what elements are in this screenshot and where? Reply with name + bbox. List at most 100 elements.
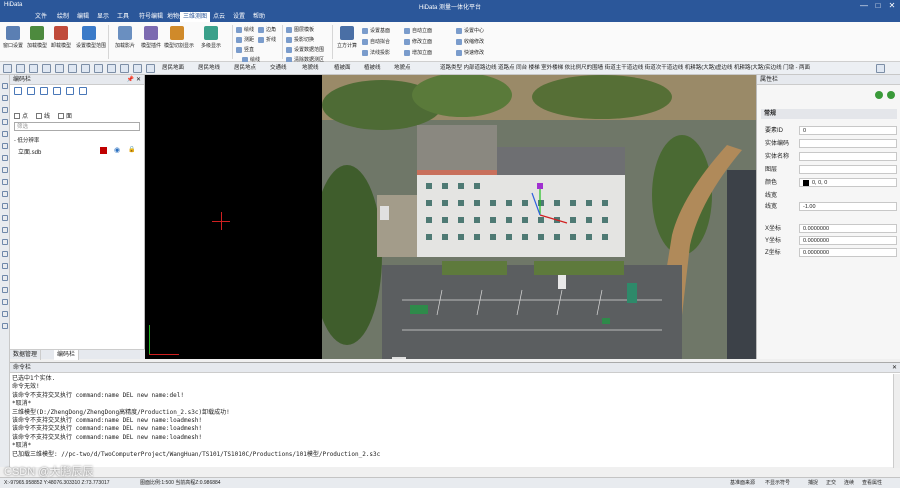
prop-value-field[interactable]: 0, 0, 0 xyxy=(799,178,897,187)
tab-code-panel[interactable]: 编码栏 xyxy=(54,350,80,360)
scale-icon[interactable] xyxy=(2,251,8,257)
model-range-button[interactable]: 设置模型范围 xyxy=(76,26,106,49)
select-icon[interactable] xyxy=(16,64,25,73)
prop-value-field[interactable]: 0.0000000 xyxy=(799,236,897,245)
window-settings-button[interactable]: 窗口设置 xyxy=(0,26,26,49)
fit-view-icon[interactable] xyxy=(2,299,8,305)
menu-item-file[interactable]: 文件 xyxy=(32,12,50,22)
layer-color-swatch[interactable] xyxy=(100,147,107,154)
rotate-icon[interactable] xyxy=(2,155,8,161)
move-icon[interactable] xyxy=(2,131,8,137)
collapse-icon[interactable] xyxy=(79,87,87,95)
filter-input[interactable]: 筛选 xyxy=(14,122,140,131)
redo-icon[interactable] xyxy=(133,64,142,73)
close-button[interactable]: ✕ xyxy=(885,0,899,11)
zoom-icon[interactable] xyxy=(42,64,51,73)
add-attribute-icon[interactable] xyxy=(875,91,883,99)
menu-item-help[interactable]: 帮助 xyxy=(250,12,268,22)
status-view-attributes[interactable]: 查看属性 xyxy=(862,478,882,488)
tool-angle[interactable]: 边角 xyxy=(258,25,276,35)
rotate-icon[interactable] xyxy=(55,64,64,73)
tool-auto-facade[interactable]: 自动立面 xyxy=(404,26,432,36)
menu-item-symbol-edit[interactable]: 符号编辑 xyxy=(136,12,166,22)
volume-calc-button[interactable]: 立方计算 xyxy=(334,26,360,49)
tool-edit-facade[interactable]: 修改立面 xyxy=(404,37,432,47)
draw-polygon-icon[interactable] xyxy=(2,119,8,125)
minimize-button[interactable]: — xyxy=(857,0,871,11)
layer-dropdown-terrain-line[interactable]: 地貌线 xyxy=(302,64,319,73)
tool-data-range[interactable]: 设置数据范围 xyxy=(286,45,324,55)
tree-item-layer[interactable]: 立面.sdb xyxy=(18,147,41,156)
pan-icon[interactable] xyxy=(29,64,38,73)
prop-value-field[interactable]: -1.00 xyxy=(799,202,897,211)
tool-auto-fit[interactable]: 自动拟合 xyxy=(362,37,390,47)
tab-data-management[interactable]: 数据管理 xyxy=(10,350,42,360)
layer-dropdown-vegetation-area[interactable]: 植被面 xyxy=(334,64,351,73)
mirror-icon[interactable] xyxy=(2,239,8,245)
layer-icon[interactable] xyxy=(94,64,103,73)
checkbox-point[interactable]: 点 xyxy=(14,111,28,120)
tool-set-center[interactable]: 设置中心 xyxy=(456,26,484,36)
trim-icon[interactable] xyxy=(2,167,8,173)
join-icon[interactable] xyxy=(2,215,8,221)
prop-value-field[interactable] xyxy=(799,165,897,174)
menu-item-settings[interactable]: 设置 xyxy=(230,12,248,22)
tool-shrink-edit[interactable]: 收缩修改 xyxy=(456,37,484,47)
tree-root[interactable]: - 低分辨率 xyxy=(14,136,39,144)
grid-icon[interactable] xyxy=(3,64,12,73)
status-base-source[interactable]: 基准面来源 xyxy=(730,478,755,488)
close-tool-icon[interactable] xyxy=(2,323,8,329)
visibility-eye-icon[interactable]: ◉ xyxy=(114,146,120,154)
undo-icon[interactable] xyxy=(120,64,129,73)
list-icon[interactable] xyxy=(14,87,22,95)
sort-desc-icon[interactable] xyxy=(40,87,48,95)
lock-icon[interactable]: 🔒 xyxy=(128,146,135,153)
prop-value-field[interactable] xyxy=(799,152,897,161)
tool-add-facade[interactable]: 增加立面 xyxy=(404,48,432,58)
expand-icon[interactable] xyxy=(66,87,74,95)
maximize-button[interactable]: □ xyxy=(871,0,885,11)
prop-value-field[interactable]: 0.0000000 xyxy=(799,224,897,233)
layer-dropdown-residential-point[interactable]: 居民地点 xyxy=(234,64,256,73)
command-scrollbar[interactable] xyxy=(893,374,900,468)
lock-icon[interactable] xyxy=(107,64,116,73)
menu-item-draw[interactable]: 绘制 xyxy=(54,12,72,22)
panel-pin-close[interactable]: 📌 ✕ xyxy=(127,75,141,85)
extend-icon[interactable] xyxy=(2,179,8,185)
symbol-strip[interactable]: 道路类型 内部道路边线 道路点 同台 楼梯 室外楼梯 依比例尺的围墙 街道主干道… xyxy=(440,64,810,73)
prop-value-field[interactable]: 0 xyxy=(799,126,897,135)
tool-polyline[interactable]: 折线 xyxy=(258,35,276,45)
erase-icon[interactable] xyxy=(2,263,8,269)
status-symbol-toggle[interactable]: 不显示符号 xyxy=(765,478,790,488)
zoom-out-icon[interactable] xyxy=(2,287,8,293)
draw-line-icon[interactable] xyxy=(2,107,8,113)
layer-dropdown-vegetation-line[interactable]: 植被线 xyxy=(364,64,381,73)
break-icon[interactable] xyxy=(2,203,8,209)
layer-dropdown-traffic-line[interactable]: 交通线 xyxy=(270,64,287,73)
model-plugin-button[interactable]: 模型插件 xyxy=(138,26,164,49)
snap-icon[interactable] xyxy=(81,64,90,73)
load-model-button[interactable]: 加载模型 xyxy=(24,26,50,49)
layer-dropdown-residential-area[interactable]: 居民地面 xyxy=(162,64,184,73)
tool-projection[interactable]: 投影切换 xyxy=(286,35,314,45)
sort-icon[interactable] xyxy=(27,87,35,95)
layer-dropdown-terrain-point[interactable]: 地貌点 xyxy=(394,64,411,73)
checkbox-line[interactable]: 线 xyxy=(36,111,50,120)
multi-display-button[interactable]: 多级显示 xyxy=(198,26,224,49)
3d-model-view[interactable] xyxy=(322,75,756,359)
menu-item-pointcloud[interactable]: 点云 xyxy=(210,12,228,22)
command-close-icon[interactable]: ✕ xyxy=(892,363,897,373)
tool-quick-edit[interactable]: 快速修改 xyxy=(456,48,484,58)
menu-item-3d-mapping[interactable]: 三维测图 xyxy=(180,12,211,22)
tool-layer-template[interactable]: 图层模板 xyxy=(286,25,314,35)
refresh-icon[interactable] xyxy=(887,91,895,99)
tool-vertical[interactable]: 竖直 xyxy=(236,45,254,55)
load-image-button[interactable]: 加载影片 xyxy=(112,26,138,49)
toolbar-settings-icon[interactable] xyxy=(876,64,885,73)
menu-item-edit[interactable]: 编辑 xyxy=(74,12,92,22)
fillet-icon[interactable] xyxy=(2,227,8,233)
settings-icon[interactable] xyxy=(146,64,155,73)
draw-point-icon[interactable] xyxy=(2,95,8,101)
zoom-in-icon[interactable] xyxy=(2,275,8,281)
layer-dropdown-residential-line[interactable]: 居民地线 xyxy=(198,64,220,73)
